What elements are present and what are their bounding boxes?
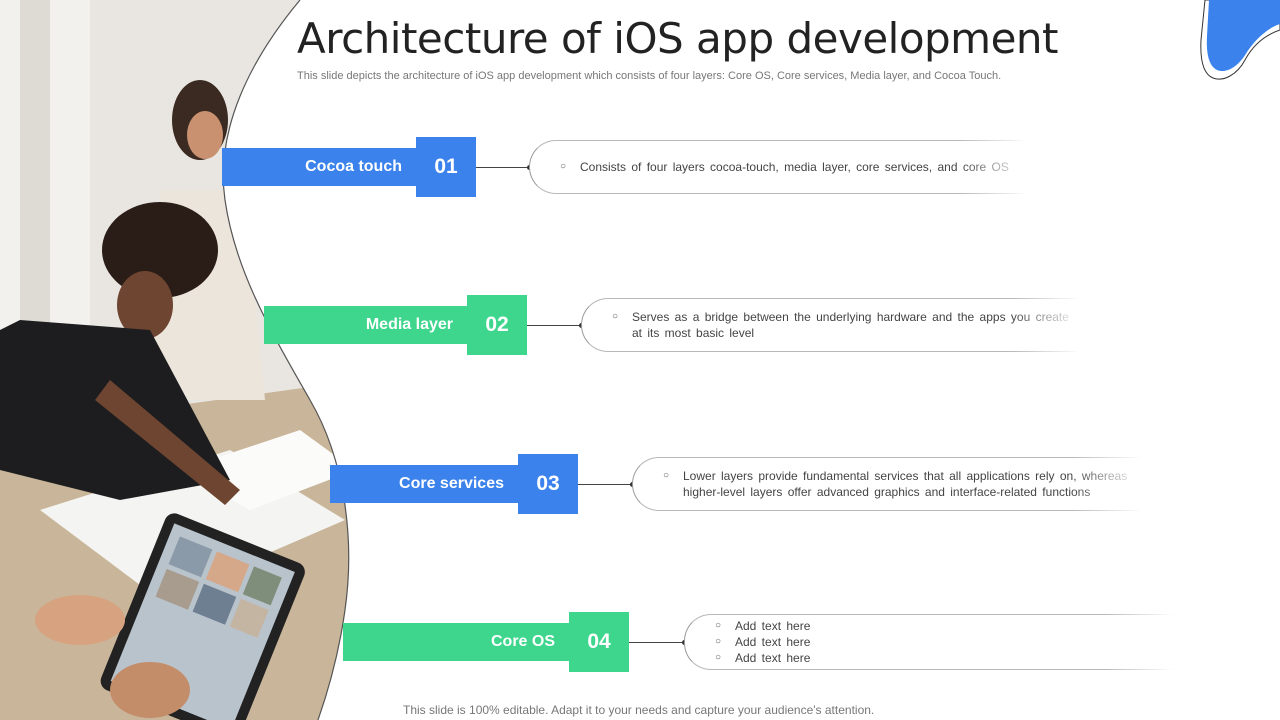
layer-number-03: 03	[518, 454, 578, 514]
connector-line	[527, 325, 582, 326]
description-text: Add text here	[735, 619, 811, 633]
bullet-icon: ○	[663, 470, 670, 481]
description-text: Add text here	[735, 651, 811, 665]
list-item: ○ Add text here	[715, 618, 1174, 634]
bullet-icon: ○	[560, 161, 567, 172]
layer-label-text: Core OS	[490, 633, 555, 650]
description-text: Lower layers provide fundamental service…	[683, 469, 1128, 499]
connector-line	[629, 642, 685, 643]
bullet-icon: ○	[612, 311, 619, 322]
layer-description-cocoa-touch: ○ Consists of four layers cocoa-touch, me…	[529, 140, 1029, 194]
bullet-icon: ○	[715, 636, 722, 647]
layer-label-media-layer: Media layer	[264, 306, 467, 344]
layer-number-01: 01	[416, 137, 476, 197]
corner-decoration-shape	[1200, 0, 1280, 80]
team-photo	[0, 0, 360, 720]
page-title: Architecture of iOS app development	[297, 14, 1059, 63]
layer-label-text: Core services	[399, 475, 504, 492]
description-text: Serves as a bridge between the underlyin…	[632, 310, 1069, 340]
layer-description-core-services: ○ Lower layers provide fundamental servic…	[632, 457, 1142, 511]
layer-label-cocoa-touch: Cocoa touch	[222, 148, 416, 186]
list-item: ○ Consists of four layers cocoa-touch, me…	[560, 159, 1029, 175]
connector-line	[476, 167, 530, 168]
layer-label-core-services: Core services	[330, 465, 518, 503]
page-subtitle: This slide depicts the architecture of i…	[297, 70, 1002, 82]
description-text: Consists of four layers cocoa-touch, med…	[580, 160, 1009, 174]
list-item: ○ Add text here	[715, 650, 1174, 666]
list-item: ○ Lower layers provide fundamental servic…	[663, 468, 1142, 500]
layer-label-text: Media layer	[365, 316, 453, 333]
description-text: Add text here	[735, 635, 811, 649]
footer-note: This slide is 100% editable. Adapt it to…	[403, 703, 875, 717]
layer-label-text: Cocoa touch	[305, 158, 402, 175]
layer-number-04: 04	[569, 612, 629, 672]
connector-line	[578, 484, 633, 485]
list-item: ○ Serves as a bridge between the underlyi…	[612, 309, 1081, 341]
bullet-icon: ○	[715, 652, 722, 663]
layer-description-media-layer: ○ Serves as a bridge between the underlyi…	[581, 298, 1081, 352]
list-item: ○ Add text here	[715, 634, 1174, 650]
layer-description-core-os: ○ Add text here ○ Add text here ○ Add text …	[684, 614, 1174, 670]
bullet-icon: ○	[715, 620, 722, 631]
layer-number-02: 02	[467, 295, 527, 355]
layer-label-core-os: Core OS	[343, 623, 569, 661]
